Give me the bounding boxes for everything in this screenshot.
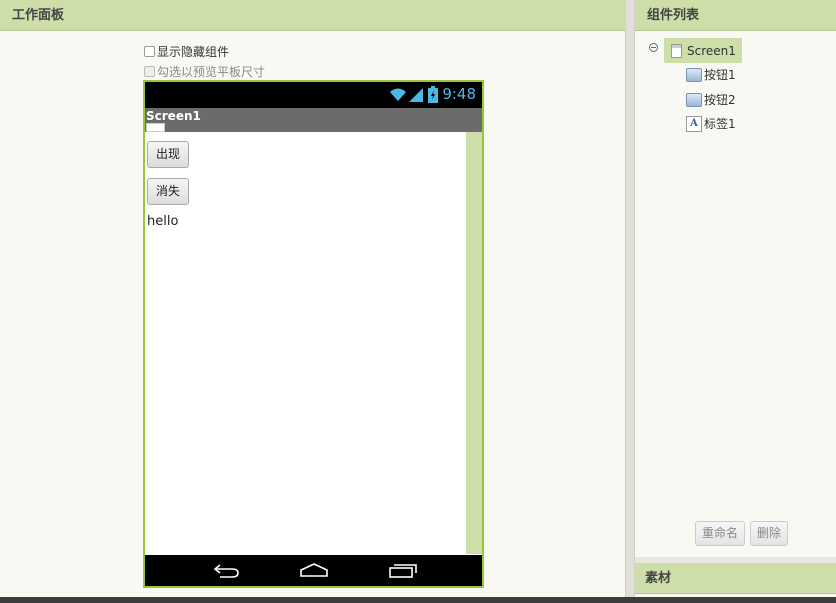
phone-preview: 9:48 Screen1 出现 消失 hello xyxy=(143,80,484,588)
screen-title-bar: Screen1 xyxy=(145,108,482,132)
recent-apps-icon xyxy=(389,564,417,578)
delete-button[interactable]: 删除 xyxy=(750,521,789,546)
tablet-preview-checkbox-row[interactable]: 勾选以预览平板尺寸 xyxy=(144,63,265,80)
collapse-icon[interactable] xyxy=(649,43,658,52)
screen-icon xyxy=(671,43,682,58)
button1-preview[interactable]: 出现 xyxy=(147,141,190,168)
assets-title: 素材 xyxy=(635,563,836,594)
workspace-title: 工作面板 xyxy=(0,0,625,31)
panel-divider[interactable] xyxy=(625,0,635,603)
wifi-icon xyxy=(390,88,406,101)
components-panel: 组件列表 Screen1 按钮1 按钮2 A 标签1 重命名 删除 xyxy=(635,0,836,557)
button-icon xyxy=(686,67,702,82)
button-icon xyxy=(686,92,702,107)
home-icon xyxy=(300,563,328,577)
tree-item-label: 按钮2 xyxy=(704,93,736,107)
show-hidden-label: 显示隐藏组件 xyxy=(157,45,230,59)
bottom-strip xyxy=(0,597,836,603)
tree-item-button1[interactable]: 按钮1 xyxy=(686,66,736,83)
screen-scrollbar[interactable] xyxy=(466,132,482,554)
status-time: 9:48 xyxy=(442,85,476,103)
screen-content: 出现 消失 hello xyxy=(145,132,466,554)
workspace-panel: 工作面板 显示隐藏组件 勾选以预览平板尺寸 9:48 Screen1 出现 消失… xyxy=(0,0,625,603)
label-icon: A xyxy=(686,115,702,132)
tree-item-label: 标签1 xyxy=(704,117,736,131)
rename-button[interactable]: 重命名 xyxy=(695,521,746,546)
title-bar-box xyxy=(146,123,165,132)
screen-title: Screen1 xyxy=(146,109,201,123)
signal-icon xyxy=(409,88,423,102)
battery-icon xyxy=(428,86,438,103)
button2-preview[interactable]: 消失 xyxy=(147,178,190,205)
components-title: 组件列表 xyxy=(635,0,836,31)
tree-item-screen1[interactable]: Screen1 xyxy=(664,38,742,63)
status-bar: 9:48 xyxy=(145,82,482,108)
tree-item-label1[interactable]: A 标签1 xyxy=(686,115,736,132)
tablet-preview-label: 勾选以预览平板尺寸 xyxy=(157,65,266,79)
tablet-preview-checkbox[interactable] xyxy=(144,66,155,77)
tree-item-button2[interactable]: 按钮2 xyxy=(686,91,736,108)
label1-preview[interactable]: hello xyxy=(147,214,178,229)
tree-item-label: Screen1 xyxy=(687,43,736,58)
tree-item-label: 按钮1 xyxy=(704,68,736,82)
navigation-bar xyxy=(145,555,482,586)
show-hidden-checkbox-row[interactable]: 显示隐藏组件 xyxy=(144,43,229,60)
show-hidden-checkbox[interactable] xyxy=(144,46,155,57)
back-icon xyxy=(213,564,239,578)
